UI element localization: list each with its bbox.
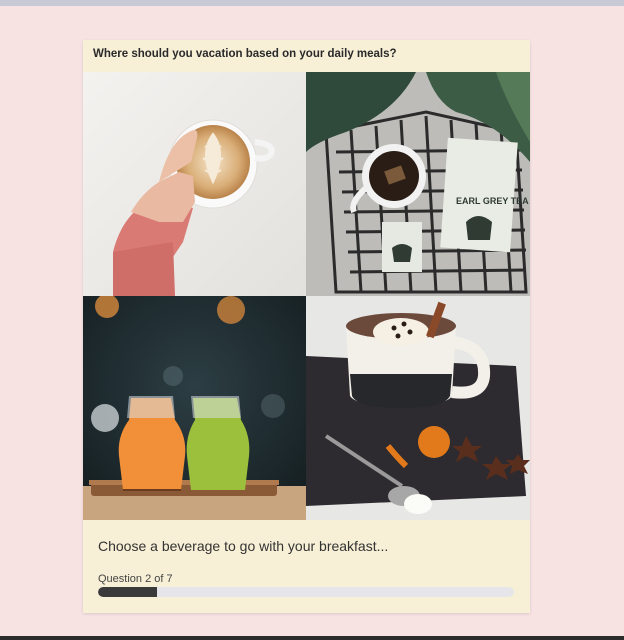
progress-label: Question 2 of 7	[98, 573, 173, 585]
latte-photo	[83, 72, 306, 296]
option-hot-chocolate[interactable]	[306, 296, 530, 520]
browser-bottom-strip	[0, 636, 624, 640]
juice-photo	[83, 296, 306, 520]
option-earl-grey-tea[interactable]: EARL GREY TEA	[306, 72, 530, 296]
progress-bar-fill	[98, 587, 158, 597]
answer-grid: EARL GREY TEA	[83, 72, 530, 520]
question-prompt: Choose a beverage to go with your breakf…	[98, 538, 389, 554]
quiz-title: Where should you vacation based on your …	[93, 48, 397, 60]
browser-top-strip	[0, 0, 624, 6]
option-latte[interactable]	[83, 72, 306, 296]
hot-chocolate-photo	[306, 296, 530, 520]
tea-box-label: EARL GREY TEA	[456, 196, 529, 206]
progress-bar	[98, 587, 514, 597]
quiz-card: Where should you vacation based on your …	[83, 40, 530, 613]
earl-grey-tea-photo: EARL GREY TEA	[306, 72, 530, 296]
option-juice[interactable]	[83, 296, 306, 520]
